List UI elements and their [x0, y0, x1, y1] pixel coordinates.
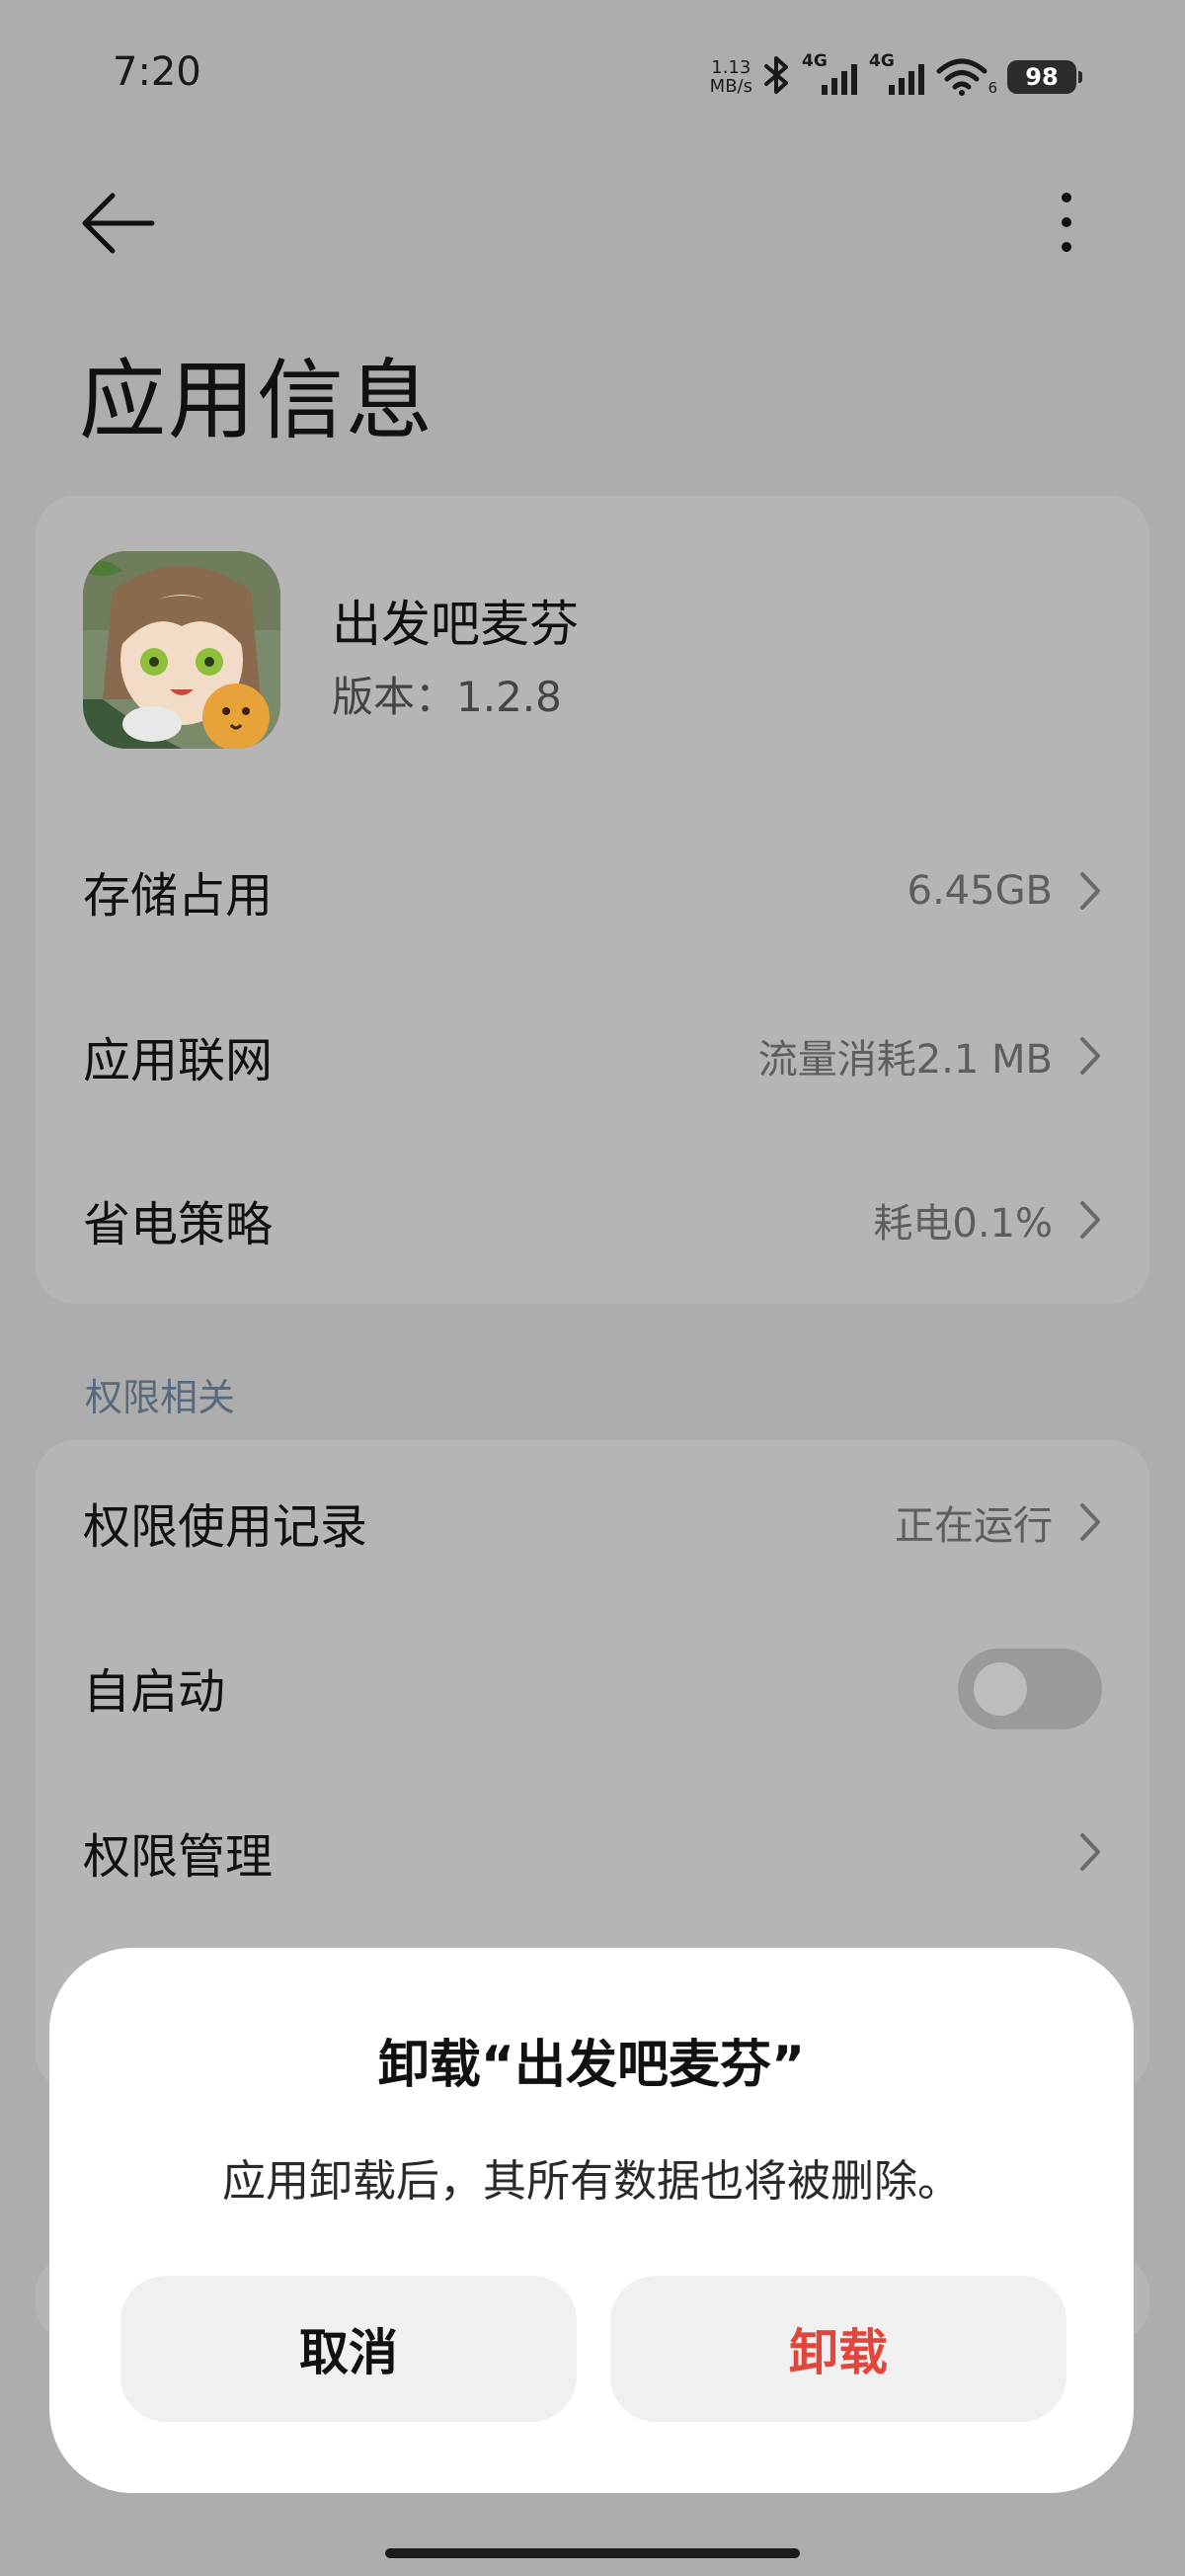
uninstall-button[interactable]: 卸载 [610, 2276, 1066, 2422]
battery-level: 98 [1025, 63, 1059, 91]
app-info-card: 出发吧麦芬 版本：1.2.8 存储占用 6.45GB 应用联网 流量消耗2.1 … [36, 496, 1149, 1304]
back-button[interactable] [79, 190, 158, 257]
permission-manage-label: 权限管理 [83, 1829, 274, 1885]
toggle-knob [974, 1662, 1027, 1716]
network-label: 应用联网 [83, 1033, 274, 1088]
status-time: 7:20 [113, 49, 201, 95]
permission-usage-value: 正在运行 [895, 1503, 1053, 1549]
autostart-label: 自启动 [83, 1664, 226, 1720]
network-speed-value: 1.13 [711, 57, 751, 78]
bluetooth-icon [762, 55, 792, 99]
network-speed-unit: MB/s [709, 76, 752, 97]
page-title: 应用信息 [79, 350, 435, 451]
cellular-signal-2-icon: 4G [869, 51, 926, 101]
wifi-icon: 6 [936, 57, 997, 97]
home-indicator[interactable] [385, 2548, 800, 2558]
permission-manage-row[interactable]: 权限管理 [36, 1770, 1149, 1934]
autostart-toggle[interactable] [958, 1649, 1102, 1730]
app-name: 出发吧麦芬 [332, 596, 579, 653]
back-arrow-icon [82, 193, 155, 254]
chevron-right-icon [1080, 1833, 1100, 1871]
autostart-row: 自启动 [36, 1605, 1149, 1769]
battery-saver-label: 省电策略 [83, 1197, 274, 1252]
network-speed: 1.13 MB/s [710, 58, 752, 96]
chevron-right-icon [1080, 1037, 1100, 1075]
app-version: 版本：1.2.8 [332, 673, 562, 721]
network-value: 流量消耗2.1 MB [757, 1037, 1053, 1083]
storage-value: 6.45GB [907, 868, 1054, 914]
more-options-button[interactable] [1047, 188, 1086, 257]
cellular-signal-1-icon: 4G [802, 51, 859, 101]
storage-label: 存储占用 [83, 868, 274, 924]
status-icons: 1.13 MB/s 4G 4G 6 98 [710, 51, 1082, 101]
chevron-right-icon [1080, 1201, 1100, 1239]
storage-row[interactable]: 存储占用 6.45GB [36, 809, 1149, 973]
chevron-right-icon [1080, 872, 1100, 910]
wifi-index: 6 [988, 79, 997, 97]
dialog-title: 卸载“出发吧麦芬” [377, 2036, 806, 2095]
app-icon [83, 551, 280, 749]
battery-saver-row[interactable]: 省电策略 耗电0.1% [36, 1138, 1149, 1302]
permissions-section-label: 权限相关 [85, 1376, 236, 1419]
permission-usage-label: 权限使用记录 [83, 1499, 368, 1555]
battery-icon: 98 [1007, 60, 1082, 94]
cancel-button[interactable]: 取消 [120, 2276, 577, 2422]
network-row[interactable]: 应用联网 流量消耗2.1 MB [36, 974, 1149, 1138]
dialog-message: 应用卸载后，其所有数据也将被删除。 [222, 2156, 961, 2207]
chevron-right-icon [1080, 1503, 1100, 1541]
battery-saver-value: 耗电0.1% [873, 1201, 1053, 1247]
uninstall-dialog: 卸载“出发吧麦芬” 应用卸载后，其所有数据也将被删除。 取消 卸载 [49, 1948, 1134, 2493]
permission-usage-row[interactable]: 权限使用记录 正在运行 [36, 1440, 1149, 1604]
more-vertical-icon [1062, 193, 1071, 252]
